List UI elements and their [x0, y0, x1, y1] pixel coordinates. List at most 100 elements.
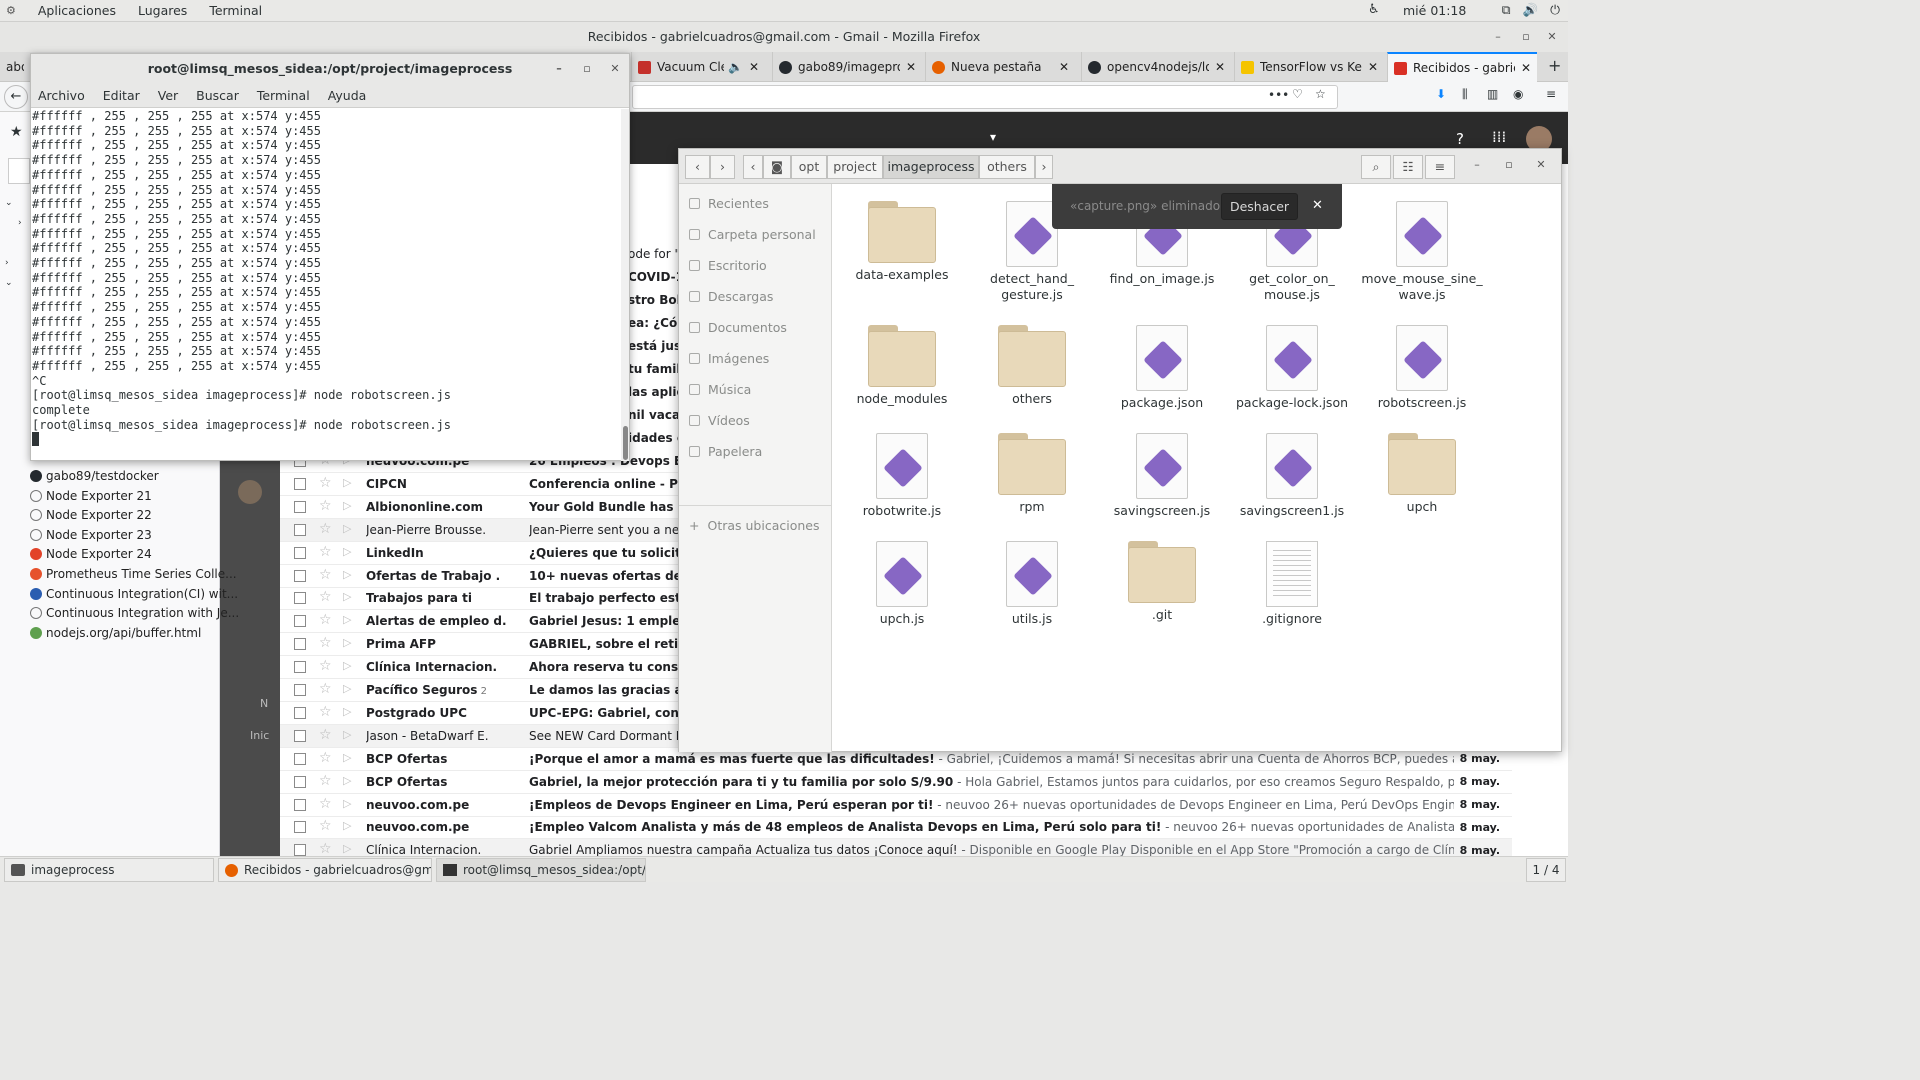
email-fragment[interactable]: tu familia [628, 358, 680, 381]
maximize-icon[interactable]: ▫ [1499, 158, 1519, 171]
row-checkbox[interactable] [294, 523, 306, 536]
close-icon[interactable]: ✕ [605, 54, 625, 84]
task-files[interactable]: imageprocess [4, 858, 214, 882]
file-item[interactable]: upch [1359, 433, 1485, 515]
scrollbar-thumb[interactable] [623, 426, 628, 460]
tab-about[interactable]: abou [0, 52, 30, 82]
menu-terminal[interactable]: Terminal [257, 88, 310, 103]
row-checkbox[interactable] [294, 798, 306, 811]
maximize-icon[interactable]: ▫ [577, 54, 597, 84]
bookmark-item[interactable]: Prometheus Time Series Colle... [30, 567, 237, 581]
file-item[interactable]: package.json [1099, 325, 1225, 411]
email-fragment[interactable]: stro Bolet [628, 289, 680, 312]
row-checkbox[interactable] [294, 477, 306, 490]
importance-icon[interactable]: ▷ [343, 545, 351, 558]
importance-icon[interactable]: ▷ [343, 613, 351, 626]
page-actions-icon[interactable]: ••• [1268, 88, 1289, 102]
tree-toggle-icon[interactable]: › [18, 218, 22, 228]
new-tab-button[interactable]: + [1548, 56, 1561, 75]
importance-icon[interactable]: ▷ [343, 590, 351, 603]
menu-ver[interactable]: Ver [158, 88, 178, 103]
close-tab-icon[interactable]: ✕ [1521, 61, 1531, 75]
bookmark-item[interactable]: Node Exporter 23 [30, 528, 152, 542]
star-icon[interactable]: ☆ [319, 773, 332, 789]
email-row[interactable]: ☆ ▷ BCP Ofertas Gabriel, la mejor protecció… [280, 771, 1512, 794]
importance-icon[interactable]: ▷ [343, 797, 351, 810]
email-row[interactable]: ☆ ▷ neuvoo.com.pe ¡Empleos de Devops Engine… [280, 794, 1512, 817]
bookmark-item[interactable]: gabo89/testdocker [30, 469, 159, 483]
path-others[interactable]: others [979, 155, 1035, 179]
view-toggle-button[interactable]: ☷ [1393, 155, 1423, 179]
email-fragment[interactable]: ode for "C [628, 243, 680, 266]
speaker-icon[interactable]: 🔈 [728, 60, 743, 74]
tree-toggle-icon[interactable]: ⌄ [5, 198, 13, 208]
maximize-icon[interactable]: ▫ [1516, 22, 1536, 52]
place-item[interactable]: Vídeos [689, 413, 750, 428]
file-item[interactable]: node_modules [839, 325, 965, 407]
menu-archivo[interactable]: Archivo [38, 88, 85, 103]
close-icon[interactable]: ✕ [1531, 158, 1551, 171]
file-item[interactable]: rpm [969, 433, 1095, 515]
drive-icon[interactable]: ◙ [763, 155, 791, 179]
contact-avatar[interactable] [238, 480, 262, 504]
place-item[interactable]: Papelera [689, 444, 762, 459]
bookmark-item[interactable]: Continuous Integration(CI) wit... [30, 587, 238, 601]
account-icon[interactable]: ◉ [1513, 87, 1523, 101]
library-icon[interactable]: ⫼ [1462, 87, 1468, 102]
clock[interactable]: mié 01:18 [1403, 3, 1466, 18]
menu-editar[interactable]: Editar [103, 88, 140, 103]
minimize-icon[interactable]: – [1488, 22, 1508, 52]
terminal-output[interactable]: #ffffff , 255 , 255 , 255 at x:574 y:455… [31, 109, 621, 461]
path-project[interactable]: project [827, 155, 883, 179]
file-item[interactable]: robotscreen.js [1359, 325, 1485, 411]
tab-gabo89[interactable]: gabo89/imageproce ✕ [772, 52, 922, 82]
accessibility-icon[interactable]: ♿ [1368, 2, 1380, 17]
row-checkbox[interactable] [294, 500, 306, 513]
tab-opencv[interactable]: opencv4nodejs/loa ✕ [1081, 52, 1231, 82]
email-fragment[interactable]: las aplica [628, 381, 680, 404]
star-icon[interactable]: ☆ [319, 635, 332, 651]
importance-icon[interactable]: ▷ [343, 568, 351, 581]
close-tab-icon[interactable]: ✕ [1059, 60, 1069, 74]
place-other-locations[interactable]: + Otras ubicaciones [689, 518, 820, 533]
file-item[interactable]: package-lock.json [1229, 325, 1355, 411]
importance-icon[interactable]: ▷ [343, 705, 351, 718]
importance-icon[interactable]: ▷ [343, 774, 351, 787]
task-terminal[interactable]: root@limsq_mesos_sidea:/opt/proj... [436, 858, 646, 882]
email-fragment[interactable]: está just [628, 335, 680, 358]
place-item[interactable]: Carpeta personal [689, 227, 816, 242]
network-icon[interactable]: ⧉ [1502, 2, 1511, 18]
row-checkbox[interactable] [294, 615, 306, 628]
undo-button[interactable]: Deshacer [1221, 193, 1298, 220]
importance-icon[interactable]: ▷ [343, 659, 351, 672]
close-icon[interactable]: ✕ [1542, 22, 1562, 52]
workspace-indicator[interactable]: 1 / 4 [1526, 858, 1566, 882]
sidebar-search[interactable] [8, 158, 30, 184]
minimize-icon[interactable]: – [549, 54, 569, 84]
row-checkbox[interactable] [294, 592, 306, 605]
minimize-icon[interactable]: – [1467, 158, 1487, 171]
row-checkbox[interactable] [294, 844, 306, 857]
file-item[interactable]: savingscreen.js [1099, 433, 1225, 519]
menu-button[interactable]: ≡ [1425, 155, 1455, 179]
row-checkbox[interactable] [294, 638, 306, 651]
star-icon[interactable]: ☆ [319, 589, 332, 605]
path-left-arrow[interactable]: ‹ [743, 155, 763, 179]
email-fragment[interactable]: ea: ¿Cóm [628, 312, 680, 335]
pocket-icon[interactable]: ♡ [1292, 87, 1303, 101]
place-item[interactable]: Música [689, 382, 751, 397]
email-fragment[interactable]: idades el [628, 427, 680, 450]
apps-grid-icon[interactable]: ⁞⁞⁞ [1492, 128, 1506, 146]
star-icon[interactable]: ☆ [319, 658, 332, 674]
task-firefox[interactable]: Recibidos - gabrielcuadros@gmail.co... [218, 858, 432, 882]
bookmark-item[interactable]: Node Exporter 24 [30, 547, 152, 561]
importance-icon[interactable]: ▷ [343, 682, 351, 695]
path-right-arrow[interactable]: › [1035, 155, 1053, 179]
back-button[interactable]: ← [4, 85, 28, 109]
importance-icon[interactable]: ▷ [343, 522, 351, 535]
menu-lugares[interactable]: Lugares [138, 3, 187, 18]
search-button[interactable]: ⌕ [1361, 155, 1391, 179]
forward-button[interactable]: › [710, 155, 735, 179]
importance-icon[interactable]: ▷ [343, 499, 351, 512]
row-checkbox[interactable] [294, 821, 306, 834]
